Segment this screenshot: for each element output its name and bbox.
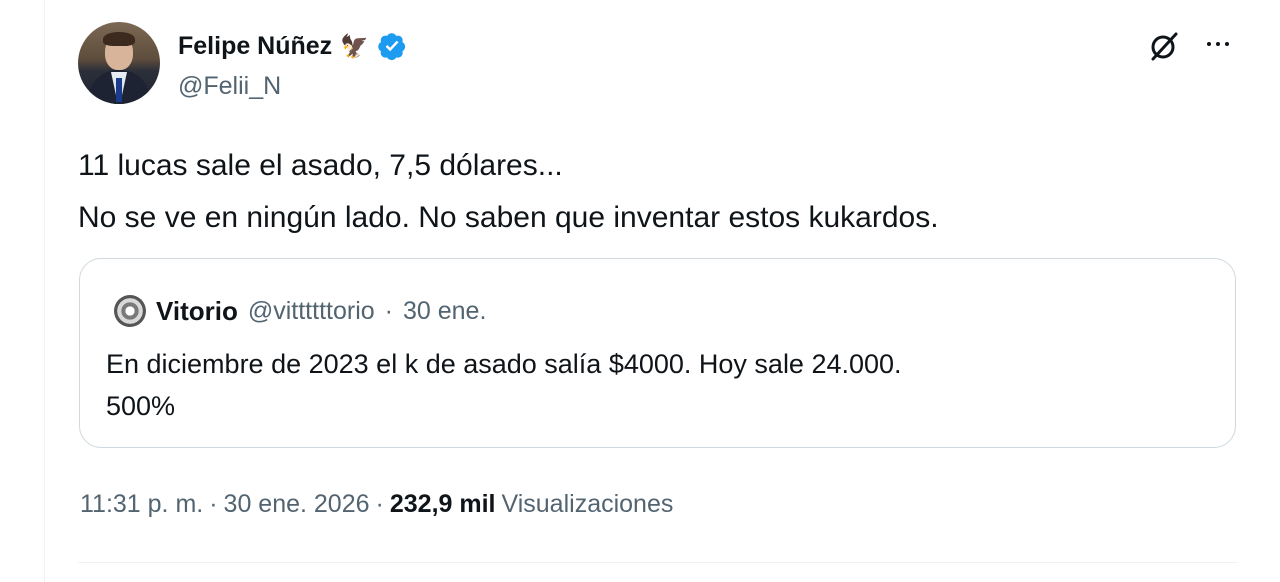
verified-badge-icon[interactable] (377, 31, 407, 61)
author-handle[interactable]: @Felii_N (178, 72, 281, 101)
tweet-date[interactable]: 30 ene. 2026 (224, 490, 370, 519)
grok-icon[interactable] (1146, 28, 1182, 64)
quoted-tweet-header: Vitorio @vittttttorio · 30 ene. (114, 295, 486, 327)
eagle-emoji: 🦅 (340, 32, 369, 59)
quoted-tweet-date: 30 ene. (402, 296, 487, 325)
avatar-hair (103, 32, 135, 46)
meta-separator: · (375, 489, 384, 518)
more-dot (1207, 42, 1211, 46)
meta-separator: · (209, 489, 218, 518)
tweet: Felipe Núñez 🦅 @Felii_N 11 lucas sale el… (0, 0, 1280, 582)
quoted-separator: · (384, 296, 393, 325)
avatar-tie (116, 78, 122, 102)
more-dot (1216, 42, 1220, 46)
author-avatar[interactable] (78, 22, 160, 104)
quoted-tweet-card[interactable]: Vitorio @vittttttorio · 30 ene. En dicie… (79, 258, 1236, 448)
tweet-text: 11 lucas sale el asado, 7,5 dólares... N… (78, 149, 939, 234)
quoted-author-avatar (114, 295, 146, 327)
views-label: Visualizaciones (501, 489, 674, 518)
tweet-time[interactable]: 11:31 p. m. (80, 490, 203, 519)
more-icon[interactable] (1200, 32, 1236, 56)
quoted-author-name: Vitorio (156, 295, 238, 326)
tweet-divider (78, 562, 1238, 563)
author-display-name[interactable]: Felipe Núñez (178, 32, 332, 61)
quoted-author-handle: @vittttttorio (247, 296, 375, 325)
tweet-meta-row: 11:31 p. m. · 30 ene. 2026 · 232,9 mil V… (80, 488, 673, 520)
more-dot (1225, 42, 1229, 46)
author-name-row: Felipe Núñez 🦅 (178, 30, 407, 62)
views-count: 232,9 mil (389, 489, 496, 518)
quoted-tweet-text: En diciembre de 2023 el k de asado salía… (106, 349, 902, 421)
